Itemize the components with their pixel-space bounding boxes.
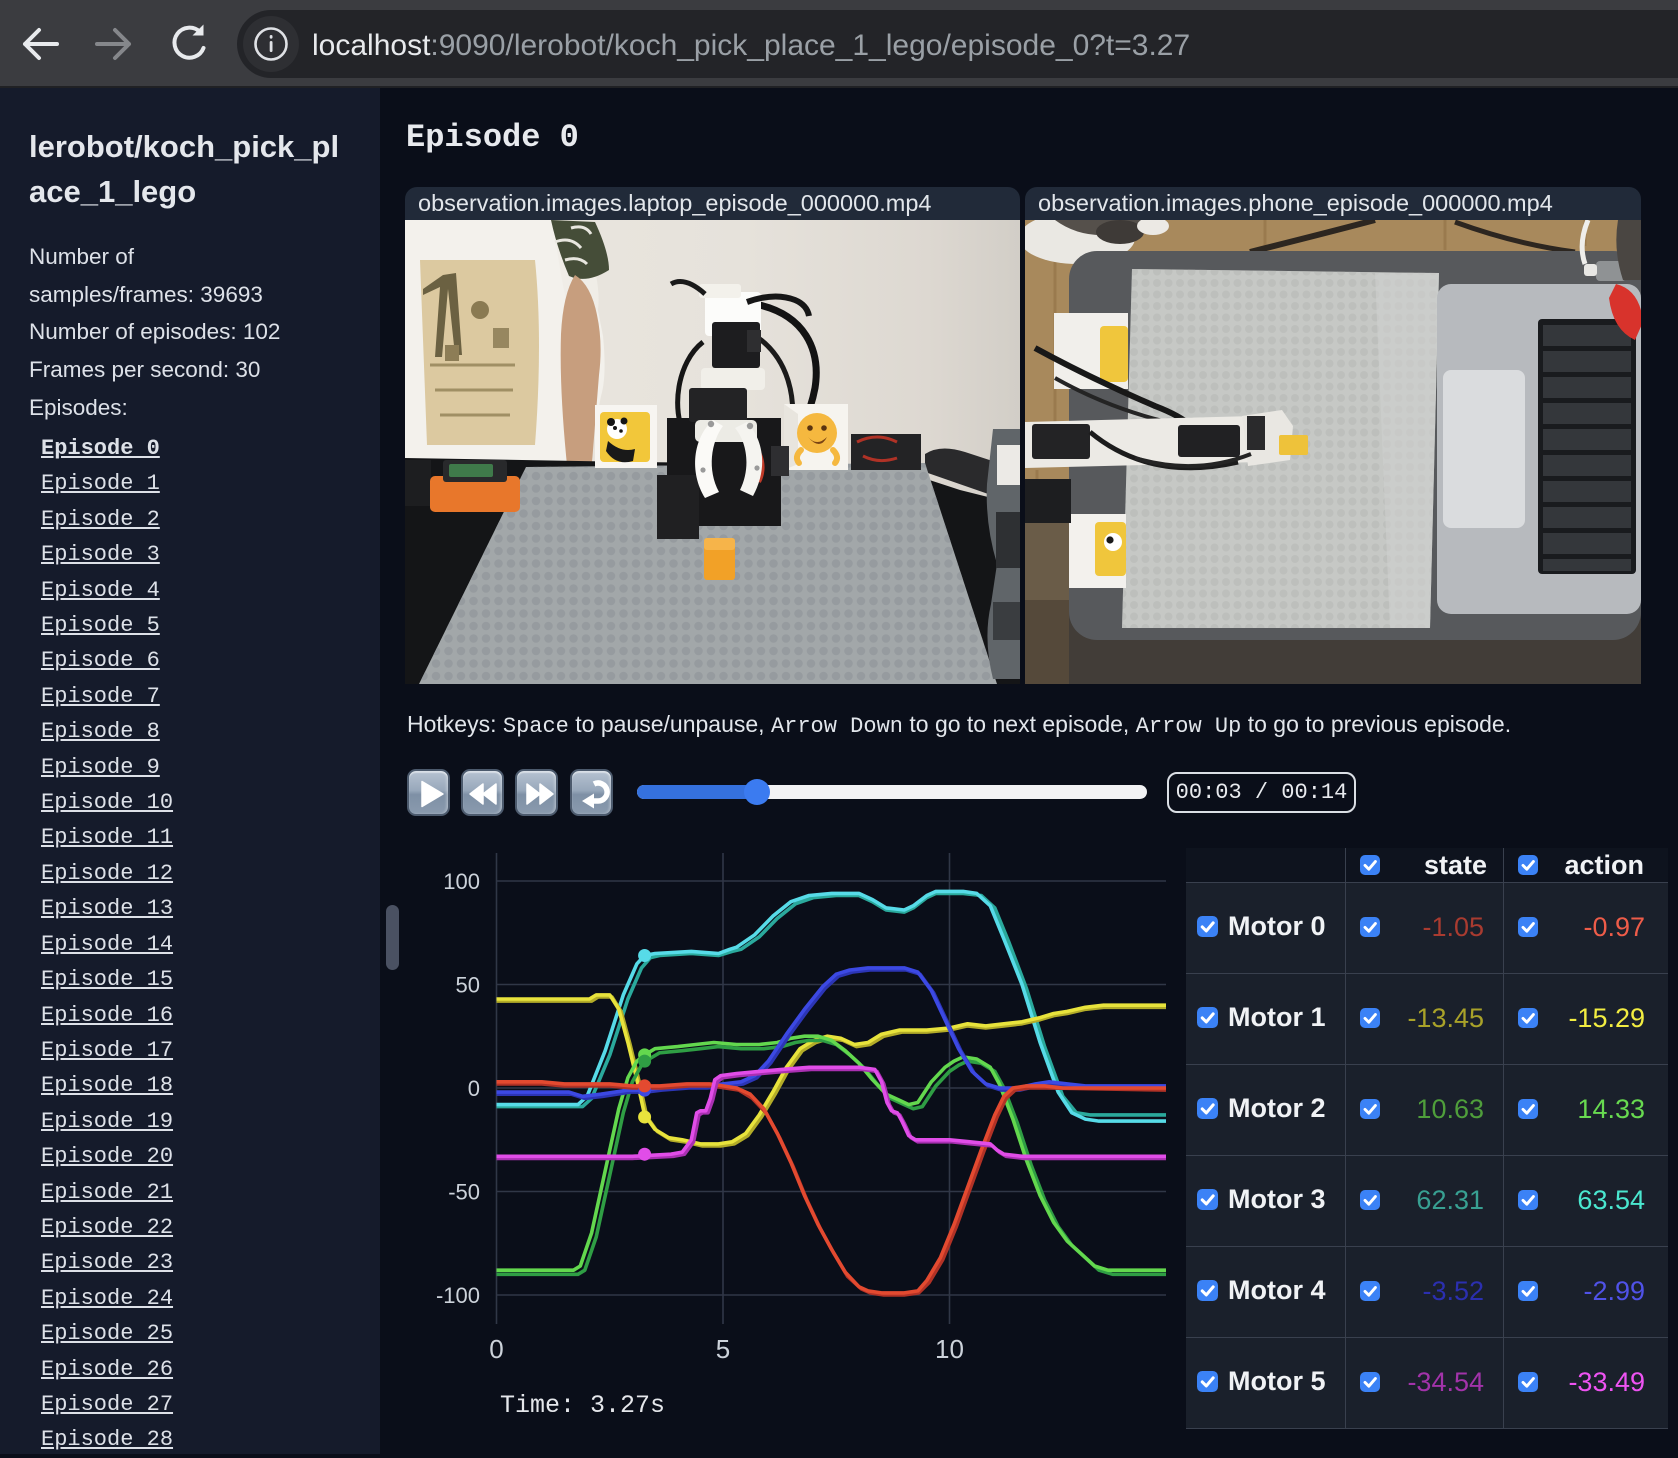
svg-text:50: 50: [456, 973, 480, 998]
svg-text:10: 10: [935, 1334, 964, 1364]
svg-text:0: 0: [468, 1076, 480, 1101]
svg-text:5: 5: [716, 1334, 730, 1364]
svg-text:-50: -50: [448, 1180, 480, 1205]
svg-text:Time: 3.27s: Time: 3.27s: [500, 1391, 665, 1420]
svg-text:100: 100: [443, 869, 480, 894]
svg-text:0: 0: [489, 1334, 503, 1364]
svg-text:-100: -100: [436, 1283, 480, 1308]
